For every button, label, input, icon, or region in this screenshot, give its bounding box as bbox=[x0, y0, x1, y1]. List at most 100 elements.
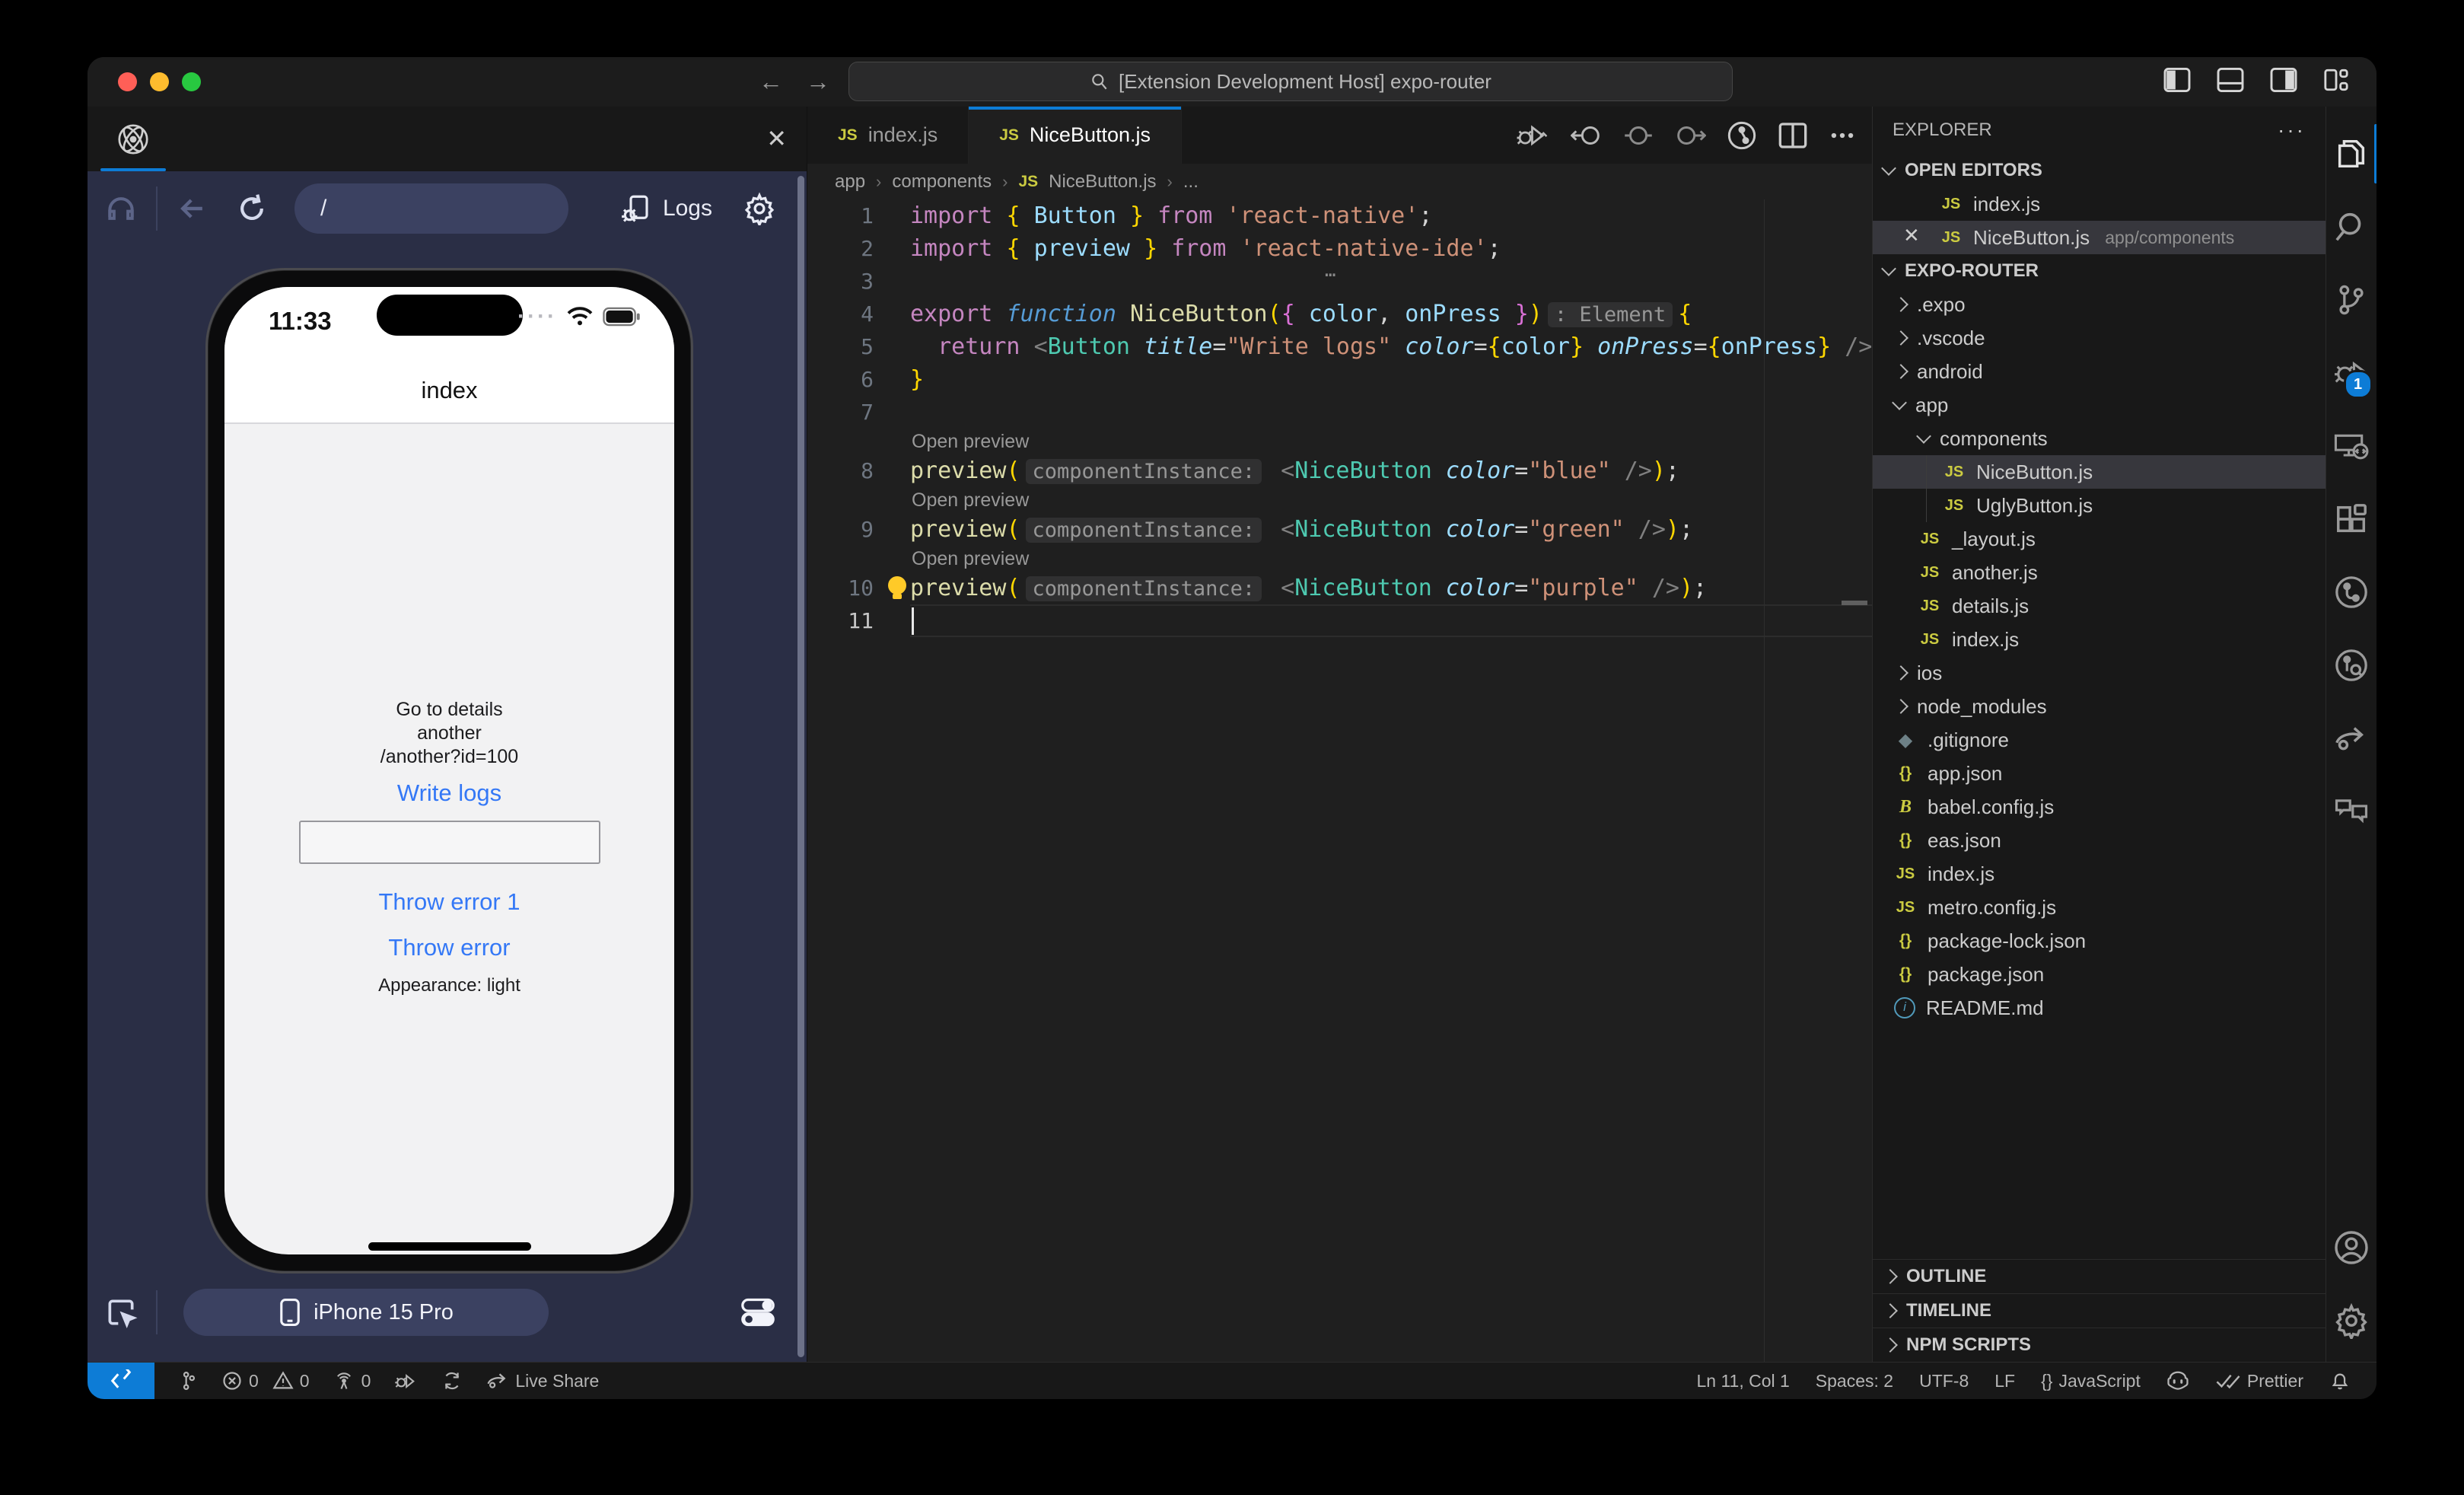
code-line-4[interactable]: 4export function NiceButton({ color, onP… bbox=[807, 298, 1872, 330]
extension-status-item[interactable] bbox=[177, 1369, 199, 1392]
eol-sequence[interactable]: LF bbox=[1994, 1371, 2015, 1391]
indentation[interactable]: Spaces: 2 bbox=[1816, 1371, 1893, 1391]
run-or-debug-icon[interactable] bbox=[1516, 120, 1551, 151]
panel-scrollbar[interactable] bbox=[797, 176, 804, 1357]
history-back-button[interactable]: ← bbox=[759, 66, 783, 97]
toggle-primary-sidebar-icon[interactable] bbox=[2163, 68, 2191, 92]
codelens-open-preview[interactable]: Open preview bbox=[807, 429, 1872, 454]
manage-button[interactable] bbox=[2326, 1284, 2377, 1357]
code-line-7[interactable]: 7 bbox=[807, 396, 1872, 429]
activity-commit-search[interactable] bbox=[2326, 629, 2377, 702]
activity-run-debug[interactable]: 1 bbox=[2326, 336, 2377, 410]
codelens-open-preview[interactable]: Open preview bbox=[807, 546, 1872, 572]
route-url-bar[interactable]: / bbox=[294, 183, 568, 234]
another-link[interactable]: another bbox=[224, 722, 674, 745]
code-line-1[interactable]: 1import { Button } from 'react-native'; bbox=[807, 199, 1872, 232]
throw-error-1-button[interactable]: Throw error 1 bbox=[224, 888, 674, 916]
views-more-icon[interactable]: ··· bbox=[2278, 118, 2306, 142]
section-npm-scripts[interactable]: NPM SCRIPTS bbox=[1873, 1328, 2326, 1362]
activity-source-control[interactable] bbox=[2326, 263, 2377, 336]
close-editor-icon[interactable]: ✕ bbox=[1903, 224, 1920, 247]
nav-next-icon[interactable] bbox=[1674, 121, 1706, 150]
tree-item-eas-json[interactable]: {}eas.json bbox=[1873, 824, 2326, 857]
tab-index-js[interactable]: JS index.js bbox=[807, 107, 969, 164]
activity-extensions[interactable] bbox=[2326, 483, 2377, 556]
code-line-6[interactable]: 6} bbox=[807, 363, 1872, 396]
code-line-5[interactable]: 5 return <Button title="Write logs" colo… bbox=[807, 330, 1872, 363]
toggle-panel-icon[interactable] bbox=[2217, 68, 2244, 92]
language-mode[interactable]: {} JavaScript bbox=[2041, 1371, 2141, 1391]
activity-live-share[interactable] bbox=[2326, 702, 2377, 775]
tree-item-index-js[interactable]: JSindex.js bbox=[1873, 623, 2326, 656]
encoding[interactable]: UTF-8 bbox=[1919, 1371, 1969, 1391]
tree-item-package-lock-json[interactable]: {}package-lock.json bbox=[1873, 924, 2326, 958]
phone-text-input[interactable] bbox=[299, 821, 600, 864]
code-line-9[interactable]: 9preview(componentInstance: <NiceButton … bbox=[807, 513, 1872, 546]
tree-item-components[interactable]: components bbox=[1873, 422, 2326, 455]
customize-layout-icon[interactable] bbox=[2323, 68, 2349, 92]
activity-comments[interactable] bbox=[2326, 775, 2377, 848]
copilot-status[interactable] bbox=[2166, 1370, 2189, 1391]
close-window-button[interactable] bbox=[118, 72, 137, 91]
history-forward-button[interactable]: → bbox=[806, 66, 830, 97]
tree-item-another-js[interactable]: JSanother.js bbox=[1873, 556, 2326, 589]
code-line-8[interactable]: 8preview(componentInstance: <NiceButton … bbox=[807, 454, 1872, 487]
tab-react-native-ide[interactable] bbox=[88, 107, 179, 171]
activity-remote-explorer[interactable] bbox=[2326, 410, 2377, 483]
code-line-11[interactable]: 11 bbox=[807, 604, 1872, 637]
tree-item--vscode[interactable]: .vscode bbox=[1873, 321, 2326, 355]
cursor-position[interactable]: Ln 11, Col 1 bbox=[1696, 1371, 1789, 1391]
breadcrumb-item[interactable]: components bbox=[892, 171, 992, 193]
codelens-open-preview[interactable]: Open preview bbox=[807, 487, 1872, 513]
code-editor[interactable]: 1import { Button } from 'react-native';2… bbox=[807, 199, 1872, 1362]
section-outline[interactable]: OUTLINE bbox=[1873, 1259, 2326, 1293]
remote-indicator[interactable] bbox=[88, 1363, 154, 1399]
tree-item-metro-config-js[interactable]: JSmetro.config.js bbox=[1873, 891, 2326, 924]
close-panel-icon[interactable]: ✕ bbox=[766, 123, 787, 154]
tree-item-details-js[interactable]: JSdetails.js bbox=[1873, 589, 2326, 623]
tab-nicebutton-js[interactable]: JS NiceButton.js bbox=[969, 107, 1182, 164]
activity-search[interactable] bbox=[2326, 190, 2377, 263]
device-select-button[interactable]: iPhone 15 Pro bbox=[183, 1289, 549, 1336]
nav-previous-icon[interactable] bbox=[1571, 121, 1603, 150]
timeline-graph-icon[interactable] bbox=[1726, 120, 1758, 151]
tree-item--expo[interactable]: .expo bbox=[1873, 288, 2326, 321]
tree-item-app-json[interactable]: {}app.json bbox=[1873, 757, 2326, 790]
appearance-toggles-icon[interactable] bbox=[740, 1296, 776, 1329]
toggle-secondary-sidebar-icon[interactable] bbox=[2270, 68, 2297, 92]
more-actions-icon[interactable] bbox=[1828, 121, 1857, 150]
section-workspace[interactable]: EXPO-ROUTER bbox=[1873, 254, 2326, 288]
settings-gear-icon[interactable] bbox=[743, 192, 776, 225]
code-line-10[interactable]: 10preview(componentInstance: <NiceButton… bbox=[807, 572, 1872, 604]
zoom-window-button[interactable] bbox=[182, 72, 201, 91]
live-share-item[interactable]: Live Share bbox=[486, 1370, 599, 1391]
write-logs-button[interactable]: Write logs bbox=[224, 779, 674, 807]
tree-item-nicebutton-js[interactable]: JSNiceButton.js bbox=[1873, 455, 2326, 489]
logs-button[interactable]: Logs bbox=[620, 193, 712, 225]
activity-gitlens[interactable] bbox=[2326, 556, 2377, 629]
tree-item-app[interactable]: app bbox=[1873, 388, 2326, 422]
breadcrumb-item[interactable]: NiceButton.js bbox=[1049, 171, 1156, 193]
reload-icon[interactable] bbox=[235, 192, 269, 225]
sync-status-item[interactable] bbox=[441, 1370, 463, 1391]
throw-error-button[interactable]: Throw error bbox=[224, 934, 674, 961]
activity-explorer[interactable] bbox=[2326, 117, 2377, 190]
tree-item-uglybutton-js[interactable]: JSUglyButton.js bbox=[1873, 489, 2326, 522]
notifications-bell-icon[interactable] bbox=[2329, 1370, 2351, 1391]
minimize-window-button[interactable] bbox=[150, 72, 169, 91]
back-icon[interactable] bbox=[176, 192, 209, 225]
tree-item-android[interactable]: android bbox=[1873, 355, 2326, 388]
tree-item-index-js[interactable]: JSindex.js bbox=[1873, 857, 2326, 891]
open-editor-index-js[interactable]: JS index.js bbox=[1873, 187, 2326, 221]
nav-current-icon[interactable] bbox=[1622, 121, 1654, 150]
open-editor-nicebutton-js[interactable]: ✕ JS NiceButton.js app/components bbox=[1873, 221, 2326, 254]
breadcrumb[interactable]: app › components › JS NiceButton.js › ..… bbox=[807, 164, 1872, 199]
breadcrumb-item[interactable]: ... bbox=[1183, 171, 1199, 193]
go-to-details-link[interactable]: Go to details bbox=[224, 698, 674, 722]
problems-item[interactable]: 0 0 bbox=[221, 1370, 310, 1391]
tree-item-node_modules[interactable]: node_modules bbox=[1873, 690, 2326, 723]
formatter-status[interactable]: Prettier bbox=[2215, 1370, 2303, 1391]
section-timeline[interactable]: TIMELINE bbox=[1873, 1293, 2326, 1328]
split-editor-icon[interactable] bbox=[1778, 121, 1808, 150]
code-line-3[interactable]: 3 bbox=[807, 265, 1872, 298]
